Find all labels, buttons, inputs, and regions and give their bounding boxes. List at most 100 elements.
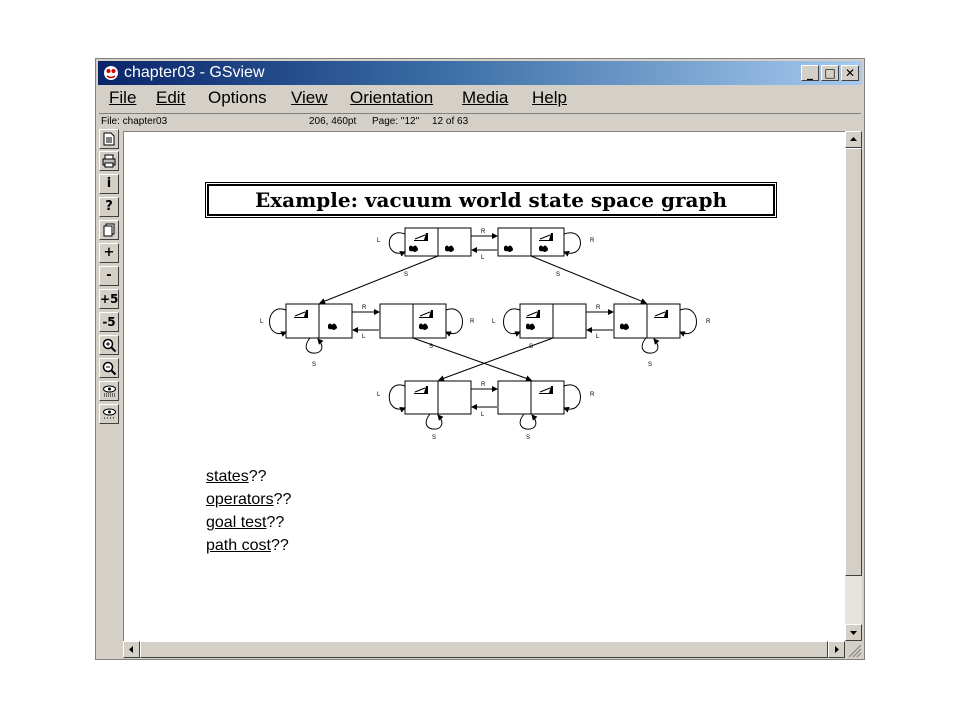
zoom-out-button[interactable]: [99, 358, 119, 378]
label-r: R: [362, 305, 367, 311]
vertical-scrollbar[interactable]: [845, 131, 862, 641]
question-list: states?? operators?? goal test?? path co…: [206, 465, 291, 557]
menu-orientation-label: Orientation: [350, 88, 434, 107]
state-box: [404, 227, 472, 257]
scroll-up-button[interactable]: [845, 131, 862, 148]
label-l: L: [260, 319, 264, 325]
eye-dots-icon: [103, 408, 116, 419]
menu-orientation[interactable]: Orientation: [350, 87, 433, 109]
state-box: [379, 303, 447, 339]
state-space-graph: R L L R S S R L R L L R L R S S S S R L: [260, 227, 711, 441]
label-l: L: [377, 392, 381, 398]
menu-file[interactable]: File: [109, 87, 136, 109]
list-item: states??: [206, 465, 291, 488]
state-box: [519, 303, 587, 339]
slide-title: Example: vacuum world state space graph: [205, 182, 777, 218]
question-suffix: ??: [273, 491, 292, 508]
eye-text-icon: [103, 385, 116, 397]
label-r: R: [706, 319, 711, 325]
menu-help[interactable]: Help: [532, 87, 567, 109]
status-file: File: chapter03: [101, 116, 168, 127]
menu-options-label: Options: [208, 88, 267, 107]
arrow-left-icon: [129, 646, 133, 653]
state-box: [497, 380, 565, 415]
question-suffix: ??: [248, 468, 267, 485]
label-s: S: [312, 362, 316, 368]
menu-view-label: View: [291, 88, 328, 107]
find-next-button[interactable]: [99, 404, 119, 424]
menu-view[interactable]: View: [291, 87, 328, 109]
toolbar: i ? + - +5 -5: [98, 129, 120, 429]
status-page-label: Page: "12": [372, 116, 420, 127]
menu-media-label: Media: [462, 88, 509, 107]
state-box: [404, 380, 472, 415]
title-bar[interactable]: chapter03 - GSview _ □ ✕: [98, 61, 862, 85]
list-item: goal test??: [206, 511, 291, 534]
state-box: [285, 303, 353, 339]
open-button[interactable]: [99, 129, 119, 149]
prev-page-button[interactable]: -: [99, 266, 119, 286]
resize-grip[interactable]: [845, 641, 862, 658]
status-line: File: chapter03 206, 460pt Page: "12" 12…: [99, 113, 861, 130]
label-r: R: [590, 392, 595, 398]
print-button[interactable]: [99, 151, 119, 171]
menu-edit[interactable]: Edit: [156, 87, 185, 109]
gsview-window: chapter03 - GSview _ □ ✕ File Edit Options…: [95, 58, 865, 660]
label-s: S: [556, 272, 560, 278]
question-suffix: ??: [266, 514, 285, 531]
label-r: R: [481, 229, 486, 235]
goto-page-button[interactable]: [99, 220, 119, 240]
label-s: S: [529, 344, 533, 350]
question-suffix: ??: [270, 537, 289, 554]
scroll-right-button[interactable]: [828, 641, 845, 658]
menu-help-label: Help: [532, 88, 567, 107]
vertical-scroll-thumb[interactable]: [845, 148, 862, 576]
magnify-minus-icon: [102, 361, 117, 376]
zoom-in-button[interactable]: [99, 335, 119, 355]
state-box: [497, 227, 565, 257]
pages-icon: [103, 223, 115, 237]
label-l: L: [481, 412, 485, 418]
scroll-left-button[interactable]: [123, 641, 140, 658]
close-button[interactable]: ✕: [841, 65, 859, 81]
next-page-button[interactable]: +: [99, 243, 119, 263]
list-item: operators??: [206, 488, 291, 511]
label-r: R: [590, 238, 595, 244]
menu-options[interactable]: Options: [208, 87, 267, 109]
maximize-button[interactable]: □: [821, 65, 839, 81]
resize-grip-icon: [848, 644, 862, 658]
state-box: [613, 303, 681, 339]
skip-back-5-button[interactable]: -5: [99, 312, 119, 332]
label-l: L: [362, 334, 366, 340]
document-view[interactable]: Example: vacuum world state space graph: [123, 131, 846, 642]
label-r: R: [470, 319, 475, 325]
arrow-up-icon: [850, 137, 857, 141]
skip-forward-5-button[interactable]: +5: [99, 289, 119, 309]
menu-file-label: File: [109, 88, 137, 107]
open-document-icon: [103, 132, 115, 146]
horizontal-scroll-thumb[interactable]: [140, 641, 828, 658]
menu-bar: File Edit Options View Orientation Media…: [98, 87, 862, 109]
scroll-down-button[interactable]: [845, 624, 862, 641]
label-s: S: [526, 435, 530, 441]
menu-edit-label: Edit: [156, 88, 186, 107]
label-r: R: [481, 382, 486, 388]
label-r: R: [596, 305, 601, 311]
question-term: states: [206, 468, 249, 485]
info-button[interactable]: i: [99, 174, 119, 194]
window-title: chapter03 - GSview: [124, 64, 265, 81]
menu-media[interactable]: Media: [462, 87, 508, 109]
minimize-button[interactable]: _: [801, 65, 819, 81]
question-term: operators: [206, 491, 274, 508]
status-page-position: 12 of 63: [432, 116, 469, 127]
horizontal-scrollbar[interactable]: [123, 641, 845, 658]
label-l: L: [377, 238, 381, 244]
status-coordinates: 206, 460pt: [309, 116, 357, 127]
label-l: L: [596, 334, 600, 340]
gsview-app-icon[interactable]: [103, 65, 119, 81]
label-l: L: [492, 319, 496, 325]
label-s: S: [429, 344, 433, 350]
help-button[interactable]: ?: [99, 197, 119, 217]
question-term: path cost: [206, 537, 271, 554]
find-text-button[interactable]: [99, 381, 119, 401]
